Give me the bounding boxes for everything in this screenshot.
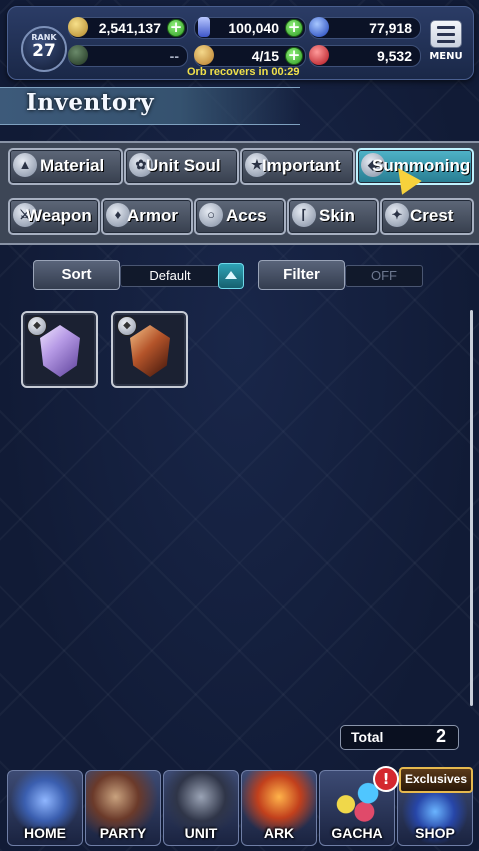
tab-armor-label: Armor — [127, 206, 179, 225]
gil-coin-icon — [68, 17, 88, 37]
menu-button[interactable]: MENU — [428, 20, 464, 66]
red-crystal-image — [130, 325, 170, 377]
tab-crest[interactable]: ✦ Crest — [380, 198, 474, 235]
sort-value[interactable]: Default — [120, 265, 220, 287]
tab-skin-label: Skin — [319, 206, 355, 225]
stamina-icon — [194, 45, 214, 65]
red-orb-amount: 9,532 — [376, 48, 412, 64]
inventory-item-red-crystal[interactable]: ◆ — [111, 311, 188, 388]
item-total: Total 2 — [340, 725, 459, 750]
red-orb-icon — [309, 45, 329, 65]
sort-button[interactable]: Sort — [33, 260, 120, 290]
filter-button[interactable]: Filter — [258, 260, 345, 290]
nav-home-label: HOME — [24, 825, 66, 841]
tab-armor[interactable]: ♦ Armor — [101, 198, 193, 235]
summon-crystal-icon: ◆ — [27, 316, 47, 336]
tab-skin[interactable]: ⌈ Skin — [287, 198, 379, 235]
total-label: Total — [351, 729, 384, 745]
nav-ark[interactable]: ARK — [241, 770, 317, 846]
blue-orb-amount: 77,918 — [369, 20, 412, 36]
add-gil-button[interactable]: + — [167, 19, 185, 37]
blue-orb-icon — [309, 17, 329, 37]
filter-value[interactable]: OFF — [345, 265, 423, 287]
gil-amount: 2,541,137 — [98, 20, 161, 36]
scrollbar[interactable] — [470, 310, 473, 706]
ring-icon: ○ — [199, 203, 223, 227]
tab-weapon[interactable]: ⚔ Weapon — [8, 198, 100, 235]
rank-value: 27 — [32, 41, 56, 61]
nav-gacha-label: GACHA — [331, 825, 383, 841]
purple-crystal-image — [40, 325, 80, 377]
nav-party-label: PARTY — [99, 825, 147, 841]
stamina-counter: 4/15 + — [194, 45, 306, 67]
blue-orb-counter: 77,918 — [309, 17, 421, 39]
crystal-amount: 100,040 — [228, 20, 279, 36]
bag-icon: ▲ — [13, 153, 37, 177]
nav-party[interactable]: PARTY — [85, 770, 161, 846]
sort-order-toggle[interactable] — [218, 263, 244, 289]
exclusives-tag[interactable]: Exclusives — [399, 767, 473, 793]
tab-important-label: Important — [262, 156, 341, 175]
nav-ark-label: ARK — [263, 825, 295, 841]
crest-icon: ✦ — [385, 203, 409, 227]
tab-summoning-label: Summoning — [372, 156, 471, 175]
tab-weapon-label: Weapon — [26, 206, 92, 225]
sword-gauge-icon — [68, 45, 88, 65]
nav-shop-label: SHOP — [415, 825, 455, 841]
tab-material[interactable]: ▲ Material — [8, 148, 123, 185]
gacha-alert-badge: ! — [373, 766, 399, 792]
hanger-icon: ⌈ — [292, 203, 316, 227]
summon-crystal-icon: ◆ — [117, 316, 137, 336]
red-orb-counter: 9,532 — [309, 45, 421, 67]
tab-material-label: Material — [40, 156, 105, 175]
tab-accs[interactable]: ○ Accs — [194, 198, 286, 235]
page-title: Inventory — [26, 89, 155, 116]
crystal-counter: 100,040 + — [194, 17, 306, 39]
tab-accs-label: Accs — [226, 206, 267, 225]
nav-unit-label: UNIT — [184, 825, 218, 841]
add-crystal-button[interactable]: + — [285, 19, 303, 37]
background-pattern — [0, 0, 479, 851]
blue-crystal-icon — [198, 17, 210, 37]
nav-unit[interactable]: UNIT — [163, 770, 239, 846]
arrow-up-icon — [225, 271, 237, 279]
ap-amount: -- — [169, 48, 179, 64]
tab-important[interactable]: ★ Important — [240, 148, 355, 185]
stamina-amount: 4/15 — [251, 48, 279, 64]
nav-home[interactable]: HOME — [7, 770, 83, 846]
gil-counter: 2,541,137 + — [68, 17, 188, 39]
hamburger-icon — [430, 20, 462, 48]
rank-badge[interactable]: RANK 27 — [21, 26, 67, 72]
inventory-item-purple-crystal[interactable]: ◆ — [21, 311, 98, 388]
ap-counter: -- — [68, 45, 188, 67]
tab-unit-soul-label: Unit Soul — [146, 156, 221, 175]
orb-recovery-timer: Orb recovers in 00:29 — [187, 66, 300, 78]
add-stamina-button[interactable]: + — [285, 47, 303, 65]
menu-label: MENU — [429, 51, 463, 62]
tab-unit-soul[interactable]: ✿ Unit Soul — [124, 148, 239, 185]
total-value: 2 — [435, 726, 446, 746]
tab-crest-label: Crest — [410, 206, 454, 225]
